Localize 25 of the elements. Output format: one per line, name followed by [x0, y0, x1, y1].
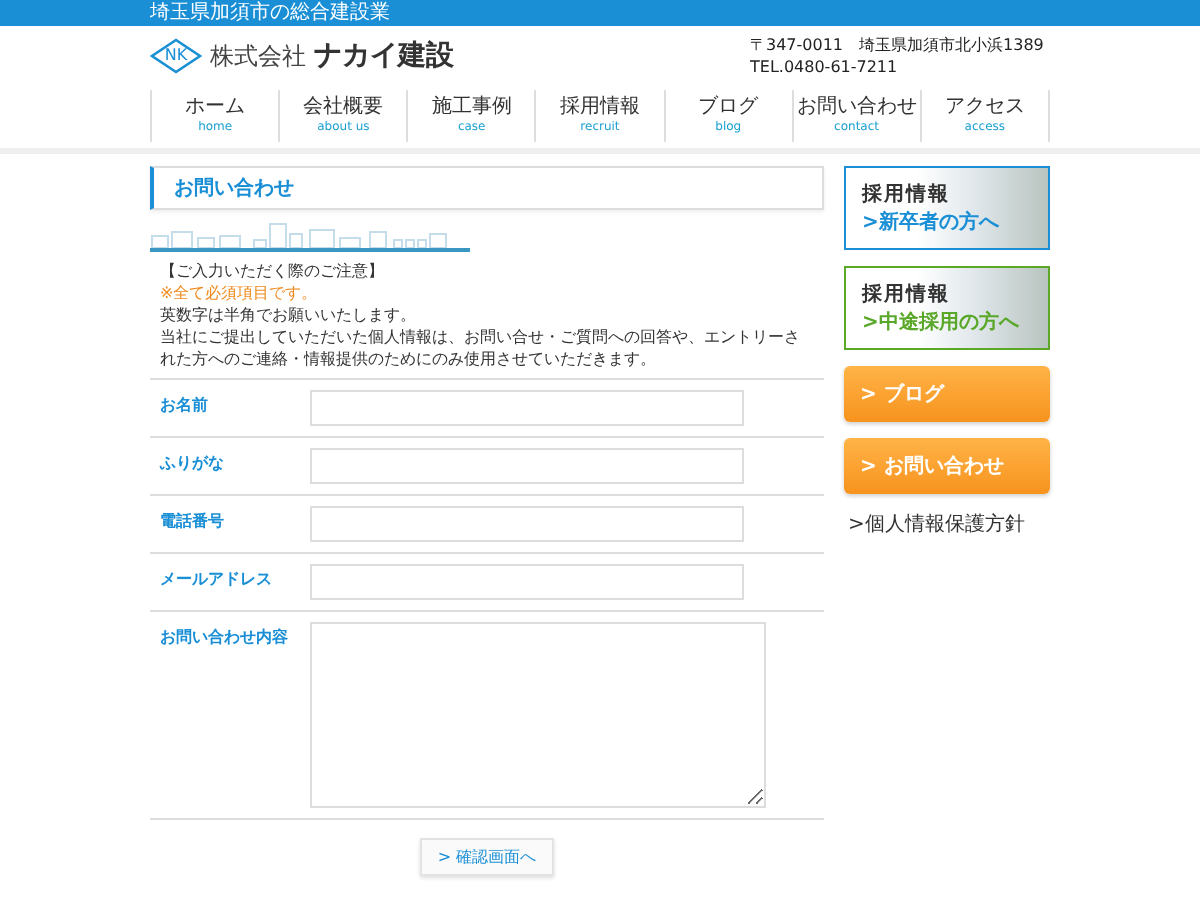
field-label: お名前 — [160, 394, 210, 418]
notice-heading: 【ご入力いただく際のご注意】 — [160, 260, 386, 282]
input-field[interactable] — [310, 564, 744, 600]
message-field[interactable] — [310, 622, 766, 808]
field-label: メールアドレス — [160, 568, 274, 592]
input-field[interactable] — [310, 506, 744, 542]
logo-mark: NK — [150, 38, 202, 74]
field-label: 電話番号 — [160, 510, 226, 534]
field-label: お問い合わせ内容 — [160, 626, 290, 650]
phone-number: TEL.0480-61-7211 — [750, 56, 900, 78]
required-note: ※全て必須項目です。 — [160, 282, 320, 304]
notice-text: 当社にご提出していただいた個人情報は、お問い合せ・ご質問への回答や、エントリーされた方へのご連絡・情報提供のためにのみ使用させていただきます。 — [160, 326, 802, 370]
address: 〒347-0011 埼玉県加須市北小浜1389 — [750, 34, 1046, 56]
notice-text: 英数字は半角でお願いいたします。 — [160, 304, 418, 326]
input-field[interactable] — [310, 448, 744, 484]
field-label: ふりがな — [160, 452, 226, 476]
page-title: お問い合わせ — [150, 166, 824, 210]
company-prefix: 株式会社 — [210, 39, 306, 73]
privacy-policy-link[interactable]: >個人情報保護方針 — [844, 510, 1050, 538]
company-name: ナカイ建設 — [314, 38, 454, 74]
input-field[interactable] — [310, 390, 744, 426]
tagline: 埼玉県加須市の総合建設業 — [150, 0, 390, 26]
confirm-button[interactable]: > 確認画面へ — [419, 838, 555, 876]
recruit-banner[interactable]: 採用情報 >中途採用の方へ — [844, 266, 1050, 350]
recruit-banner[interactable]: 採用情報 >新卒者の方へ — [844, 166, 1050, 250]
